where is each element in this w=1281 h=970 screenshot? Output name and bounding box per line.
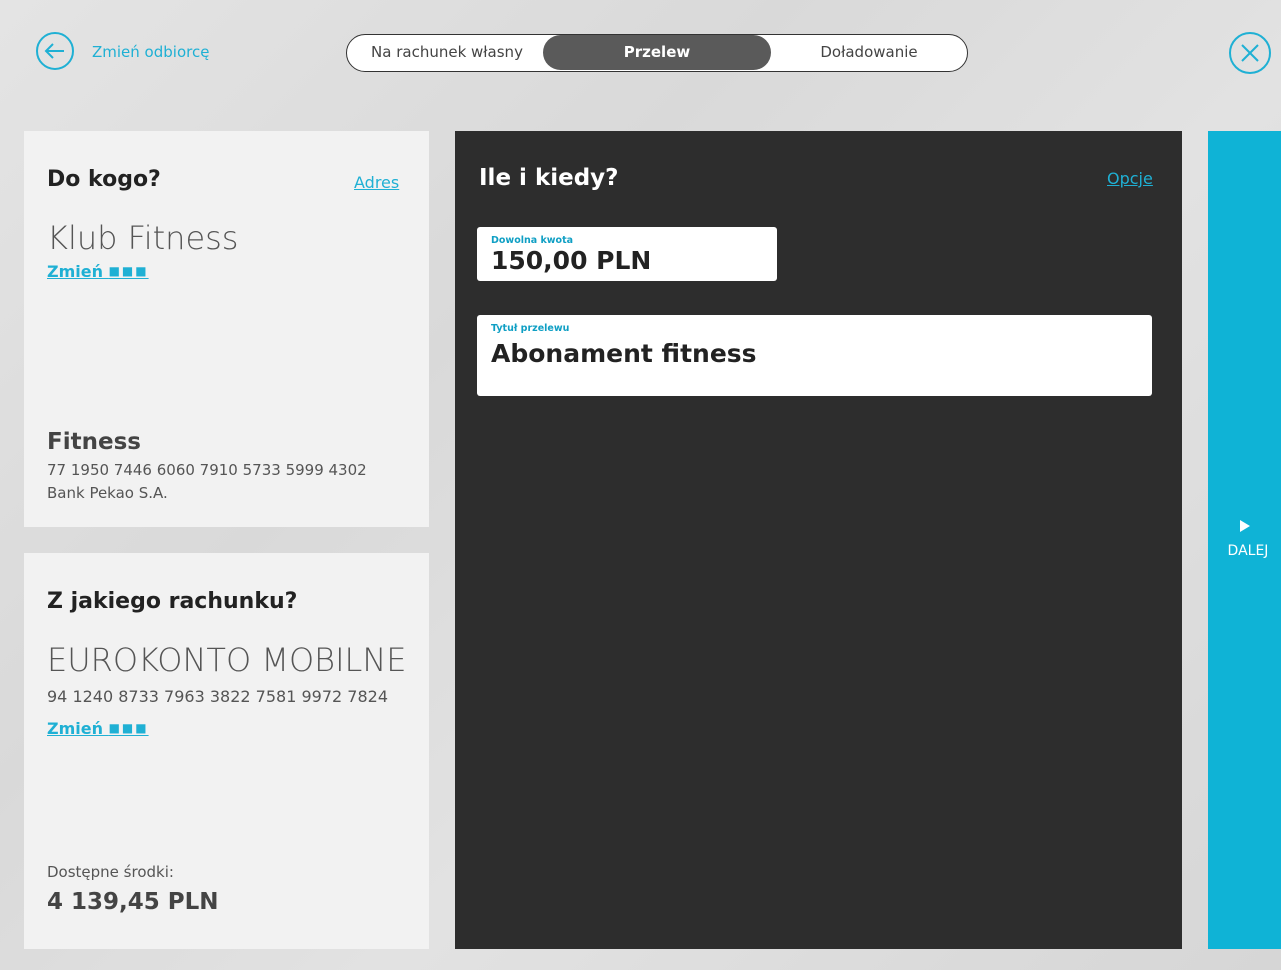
top-bar: Zmień odbiorcę Na rachunek własny Przele… <box>0 0 1281 110</box>
tab-transfer[interactable]: Przelew <box>543 35 771 70</box>
amount-field-value: 150,00 PLN <box>491 246 652 275</box>
change-label: Zmień <box>47 262 103 281</box>
tab-own-account[interactable]: Na rachunek własny <box>347 35 547 70</box>
source-account-number: 94 1240 8733 7963 3822 7581 9972 7824 <box>47 687 388 706</box>
transfer-title-field[interactable]: Tytuł przelewu Abonament fitness <box>477 315 1152 396</box>
transfer-type-tabs: Na rachunek własny Przelew Doładowanie <box>346 34 968 72</box>
options-link[interactable]: Opcje <box>1107 169 1153 188</box>
close-icon[interactable] <box>1229 32 1271 74</box>
change-recipient-button[interactable]: Zmień ■■■ <box>47 262 149 281</box>
source-account-card: Z jakiego rachunku? EUROKONTO MOBILNE 94… <box>24 553 429 949</box>
recipient-card: Do kogo? Adres Klub Fitness Zmień ■■■ Fi… <box>24 131 429 527</box>
play-arrow-icon <box>1240 520 1250 532</box>
source-heading: Z jakiego rachunku? <box>47 589 298 614</box>
more-dots-icon: ■■■ <box>108 264 149 278</box>
amount-field[interactable]: Dowolna kwota 150,00 PLN <box>477 227 777 281</box>
transfer-title-label: Tytuł przelewu <box>491 323 570 334</box>
change-label: Zmień <box>47 719 103 738</box>
change-recipient-link[interactable]: Zmień odbiorcę <box>92 43 209 61</box>
address-link[interactable]: Adres <box>354 173 399 192</box>
tab-top-up[interactable]: Doładowanie <box>771 35 967 70</box>
transfer-heading: Ile i kiedy? <box>479 165 619 191</box>
change-source-account-button[interactable]: Zmień ■■■ <box>47 719 149 738</box>
recipient-name: Klub Fitness <box>47 219 239 257</box>
transfer-details-panel: Ile i kiedy? Opcje Dowolna kwota 150,00 … <box>455 131 1182 949</box>
transfer-title-value: Abonament fitness <box>491 339 757 368</box>
source-account-name: EUROKONTO MOBILNE <box>47 641 407 679</box>
recipient-bank: Bank Pekao S.A. <box>47 484 168 502</box>
recipient-account-label: Fitness <box>47 429 141 455</box>
next-button[interactable]: DALEJ <box>1208 131 1281 949</box>
available-funds-amount: 4 139,45 PLN <box>47 889 219 915</box>
back-arrow-icon[interactable] <box>36 32 74 70</box>
next-button-label: DALEJ <box>1227 543 1269 559</box>
more-dots-icon: ■■■ <box>108 721 149 735</box>
recipient-account-number: 77 1950 7446 6060 7910 5733 5999 4302 <box>47 461 367 479</box>
available-funds-label: Dostępne środki: <box>47 863 174 881</box>
amount-field-label: Dowolna kwota <box>491 235 574 246</box>
recipient-heading: Do kogo? <box>47 167 161 192</box>
